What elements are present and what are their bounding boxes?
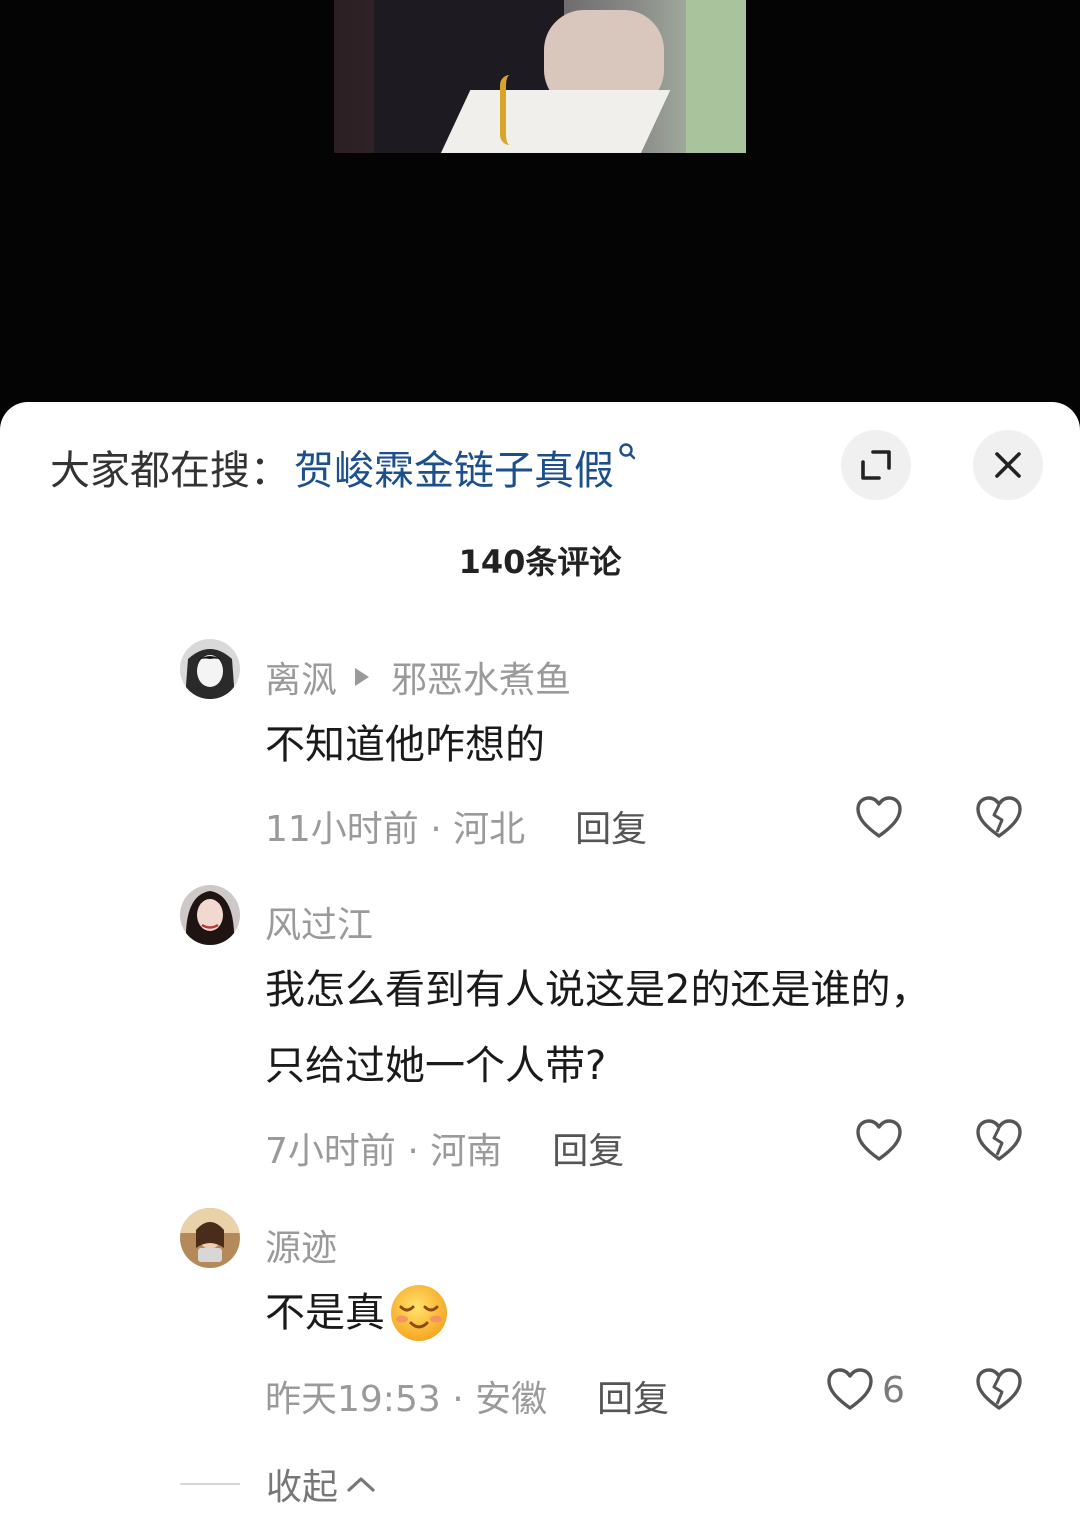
- username[interactable]: 离沨: [265, 651, 337, 703]
- magnifier-icon: [619, 443, 636, 460]
- trending-search[interactable]: 大家都在搜： 贺峻霖金链子真假: [50, 442, 638, 494]
- trending-search-prefix: 大家都在搜：: [50, 448, 290, 494]
- comment-count-title: 140条评论: [458, 543, 622, 581]
- reply-button[interactable]: 回复: [575, 800, 647, 852]
- avatar-image: [180, 1208, 240, 1268]
- comment-text: 我怎么看到有人说这是2的还是谁的， 只给过她一个人带?: [265, 952, 930, 1104]
- comment-text: 不是真: [265, 1275, 451, 1351]
- comment-text-content: 不是真: [265, 1290, 385, 1336]
- dislike-button[interactable]: [975, 796, 1023, 844]
- comment-meta: 11小时前 · 河北 回复: [265, 800, 647, 852]
- trending-search-term[interactable]: 贺峻霖金链子真假: [294, 438, 614, 496]
- broken-heart-icon: [976, 1119, 1022, 1161]
- reply-header: 风过江: [265, 896, 373, 948]
- time-location: 7小时前 · 河南: [265, 1131, 503, 1172]
- dislike-button[interactable]: [975, 1119, 1023, 1167]
- time-location: 11小时前 · 河北: [265, 809, 526, 850]
- like-button[interactable]: [855, 1119, 911, 1163]
- comment-meta: 昨天19:53 · 安徽 回复: [265, 1370, 669, 1422]
- expand-button[interactable]: [841, 430, 911, 500]
- video-thumbnail[interactable]: [334, 0, 746, 153]
- close-icon: [995, 452, 1021, 478]
- collapse-replies[interactable]: 收起: [180, 1458, 376, 1510]
- broken-heart-icon: [976, 796, 1022, 838]
- reply-button[interactable]: 回复: [597, 1370, 669, 1422]
- video-background-plant: [686, 0, 746, 153]
- video-gold-chain: [500, 75, 536, 145]
- heart-icon: [827, 1368, 873, 1410]
- chevron-up-icon: [347, 1477, 375, 1492]
- comment-text: 不知道他咋想的: [265, 722, 545, 768]
- comment-sheet: 大家都在搜： 贺峻霖金链子真假 140条评论 离沨 邪恶水煮鱼 不知道他咋想的 …: [0, 402, 1080, 1535]
- like-button[interactable]: 6: [826, 1368, 905, 1412]
- avatar[interactable]: [180, 639, 240, 699]
- like-button[interactable]: [855, 796, 911, 840]
- username[interactable]: 源迹: [265, 1219, 337, 1271]
- heart-icon: [856, 1119, 902, 1161]
- collapse-label: 收起: [266, 1467, 339, 1508]
- close-button[interactable]: [973, 430, 1043, 500]
- broken-heart-icon: [976, 1368, 1022, 1410]
- reply-header: 源迹: [265, 1219, 337, 1271]
- dislike-button[interactable]: [975, 1368, 1023, 1416]
- reply-arrow-icon: [355, 668, 370, 686]
- reply-header: 离沨 邪恶水煮鱼: [265, 651, 571, 703]
- reply-button[interactable]: 回复: [552, 1122, 624, 1174]
- video-sleeve: [437, 90, 671, 153]
- time-location: 昨天19:53 · 安徽: [265, 1379, 548, 1420]
- avatar[interactable]: [180, 885, 240, 945]
- avatar-image: [180, 885, 240, 945]
- smiling-emoji-icon: [391, 1285, 447, 1341]
- comment-text-line: 只给过她一个人带?: [265, 1043, 607, 1089]
- avatar[interactable]: [180, 1208, 240, 1268]
- username[interactable]: 风过江: [265, 896, 373, 948]
- heart-icon: [856, 796, 902, 838]
- expand-icon: [861, 450, 891, 480]
- comment-meta: 7小时前 · 河南 回复: [265, 1122, 624, 1174]
- like-count: 6: [882, 1369, 905, 1411]
- collapse-divider: [180, 1483, 240, 1485]
- comment-text-line: 我怎么看到有人说这是2的还是谁的，: [265, 967, 931, 1013]
- avatar-image: [180, 639, 240, 699]
- reply-to-username[interactable]: 邪恶水煮鱼: [391, 651, 571, 703]
